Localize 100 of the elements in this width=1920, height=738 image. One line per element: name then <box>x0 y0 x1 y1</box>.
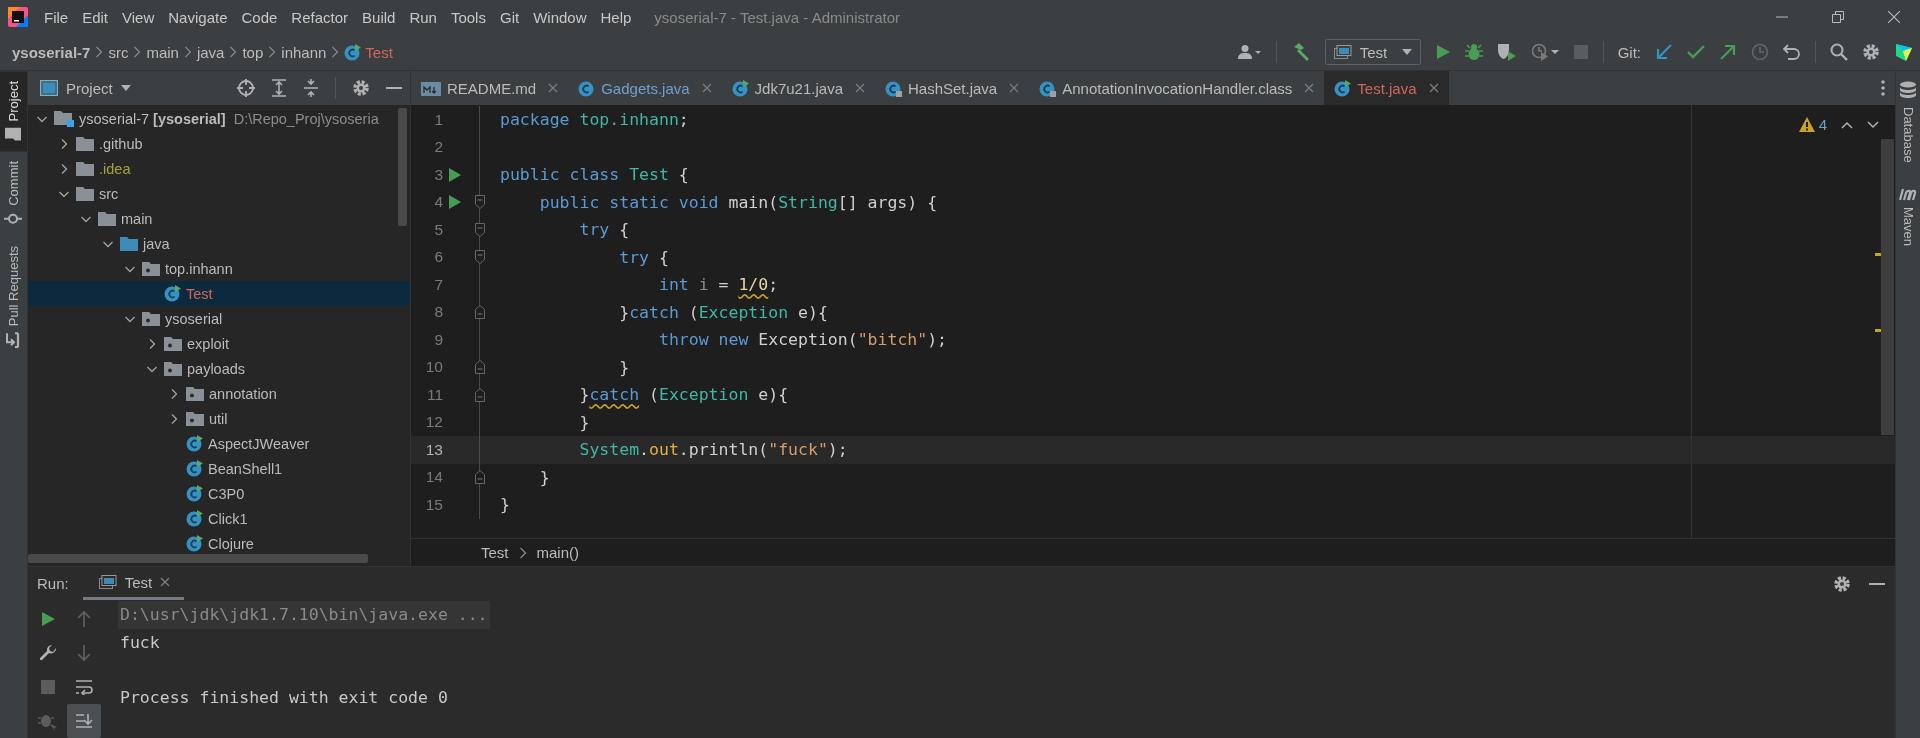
push-arrow-icon[interactable] <box>1719 43 1737 61</box>
warning-marker[interactable] <box>1875 329 1881 332</box>
tool-window-button[interactable]: Database <box>1899 77 1917 177</box>
soft-wrap-icon[interactable] <box>75 679 93 695</box>
tree-item[interactable]: java <box>28 231 410 256</box>
close-icon[interactable] <box>1009 83 1020 93</box>
close-icon[interactable] <box>160 577 171 587</box>
editor-tab[interactable]: AnnotationInvocationHandler.class <box>1029 71 1325 105</box>
breadcrumb-item[interactable]: inhann <box>281 43 327 61</box>
editor-tab[interactable]: Gadgets.java <box>568 71 722 105</box>
menu-item[interactable]: Edit <box>75 8 116 26</box>
scrollbar[interactable] <box>28 554 368 563</box>
close-icon[interactable] <box>1888 11 1900 23</box>
undo-icon[interactable] <box>1783 44 1801 60</box>
plugin-logo-icon[interactable] <box>1894 42 1914 62</box>
tool-window-button[interactable]: Pull Requests <box>0 236 27 359</box>
menu-item[interactable]: Help <box>593 8 639 26</box>
menu-item[interactable]: Run <box>402 8 444 26</box>
run-icon[interactable] <box>449 195 461 210</box>
menu-item[interactable]: Navigate <box>161 8 235 26</box>
tree-item[interactable]: ysoserial <box>28 306 410 331</box>
fold-marker-icon[interactable] <box>474 387 485 402</box>
close-icon[interactable] <box>1304 83 1315 93</box>
debug-icon[interactable] <box>1464 43 1483 61</box>
fold-marker-icon[interactable] <box>474 250 485 265</box>
tree-item[interactable]: annotation <box>28 381 410 406</box>
fold-marker-icon[interactable] <box>474 305 485 320</box>
close-icon[interactable] <box>548 83 559 93</box>
tool-window-button[interactable]: Commit <box>0 151 27 237</box>
tree-item[interactable]: AspectJWeaver <box>28 431 410 456</box>
tree-item[interactable]: Click1 <box>28 506 410 531</box>
menu-item[interactable]: Refactor <box>284 8 356 26</box>
menu-item[interactable]: Build <box>355 8 403 26</box>
menu-item[interactable]: Git <box>492 8 527 26</box>
run-configuration-dropdown[interactable]: Test <box>1324 39 1421 65</box>
editor-tab[interactable]: Test.java <box>1324 71 1449 105</box>
settings-icon[interactable] <box>352 79 370 97</box>
scroll-to-end-icon[interactable] <box>67 704 101 738</box>
close-icon[interactable] <box>855 83 865 93</box>
menu-item[interactable]: Window <box>526 8 594 26</box>
tree-item[interactable]: Clojure <box>28 531 410 556</box>
chevron-down-icon[interactable] <box>1867 120 1879 129</box>
run-icon[interactable] <box>1434 44 1451 60</box>
tree-item[interactable]: top.inhann <box>28 256 410 281</box>
tree-item[interactable]: .idea <box>28 156 410 181</box>
close-icon[interactable] <box>1428 83 1439 93</box>
breadcrumb-item[interactable]: Test <box>481 544 509 561</box>
editor-tab[interactable]: Jdk7u21.java <box>721 71 875 105</box>
tree-item[interactable]: .github <box>28 131 410 156</box>
update-arrow-icon[interactable] <box>1655 43 1673 61</box>
scrollbar[interactable] <box>1881 139 1894 435</box>
expand-all-icon[interactable] <box>271 79 287 97</box>
collapse-all-icon[interactable] <box>303 79 319 97</box>
checkmark-icon[interactable] <box>1687 44 1705 60</box>
rerun-icon[interactable] <box>40 611 56 627</box>
fold-marker-icon[interactable] <box>474 470 485 485</box>
settings-icon[interactable] <box>1833 574 1851 593</box>
warning-marker[interactable] <box>1875 253 1881 256</box>
search-icon[interactable] <box>1830 43 1848 61</box>
run-icon[interactable] <box>449 167 461 182</box>
tree-item[interactable]: C3P0 <box>28 481 410 506</box>
tree-item[interactable]: payloads <box>28 356 410 381</box>
settings-icon[interactable] <box>1862 43 1880 61</box>
shield-run-icon[interactable] <box>1496 43 1517 61</box>
crosshair-icon[interactable] <box>237 79 255 97</box>
fold-marker-icon[interactable] <box>474 222 485 237</box>
breadcrumb-item[interactable]: ysoserial-7 <box>12 43 91 61</box>
breadcrumb-item[interactable]: java <box>196 43 225 61</box>
tool-window-button[interactable]: Maven <box>1899 182 1917 260</box>
tree-item[interactable]: src <box>28 181 410 206</box>
user-icon[interactable] <box>1237 44 1262 60</box>
scrollbar[interactable] <box>398 108 407 226</box>
breadcrumb-item[interactable]: main() <box>536 544 580 561</box>
tree-item[interactable]: util <box>28 406 410 431</box>
editor-tab[interactable]: HashSet.java <box>875 71 1030 105</box>
fold-marker-icon[interactable] <box>474 360 485 375</box>
minimize-icon[interactable] <box>386 86 402 90</box>
tree-item[interactable]: BeanShell1 <box>28 456 410 481</box>
warning-icon[interactable] <box>1798 117 1815 132</box>
menu-item[interactable]: Code <box>234 8 285 26</box>
tool-window-button[interactable]: Project <box>0 71 27 152</box>
restore-icon[interactable] <box>1832 11 1844 23</box>
tree-item[interactable]: Test <box>28 281 410 306</box>
profiler-icon[interactable] <box>1530 43 1559 61</box>
menu-item[interactable]: View <box>115 8 162 26</box>
wrench-icon[interactable] <box>39 644 57 662</box>
tree-item[interactable]: exploit <box>28 331 410 356</box>
tree-item[interactable]: ysoserial-7 [ysoserial] D:\Repo_Proj\ysoseria <box>28 106 410 131</box>
fold-marker-icon[interactable] <box>474 195 485 210</box>
breadcrumb-item[interactable]: src <box>108 43 129 61</box>
breadcrumb-item[interactable]: main <box>146 43 179 61</box>
chevron-up-icon[interactable] <box>1841 120 1853 129</box>
panel-title-dropdown[interactable]: Project <box>40 79 131 97</box>
menu-item[interactable]: File <box>37 8 76 26</box>
menu-item[interactable]: Tools <box>443 8 493 26</box>
tree-item[interactable]: main <box>28 206 410 231</box>
breadcrumb-item[interactable]: top <box>242 43 264 61</box>
warning-count[interactable]: 4 <box>1818 116 1827 133</box>
editor-tab[interactable]: README.md <box>411 71 569 105</box>
more-icon[interactable] <box>1881 80 1885 96</box>
